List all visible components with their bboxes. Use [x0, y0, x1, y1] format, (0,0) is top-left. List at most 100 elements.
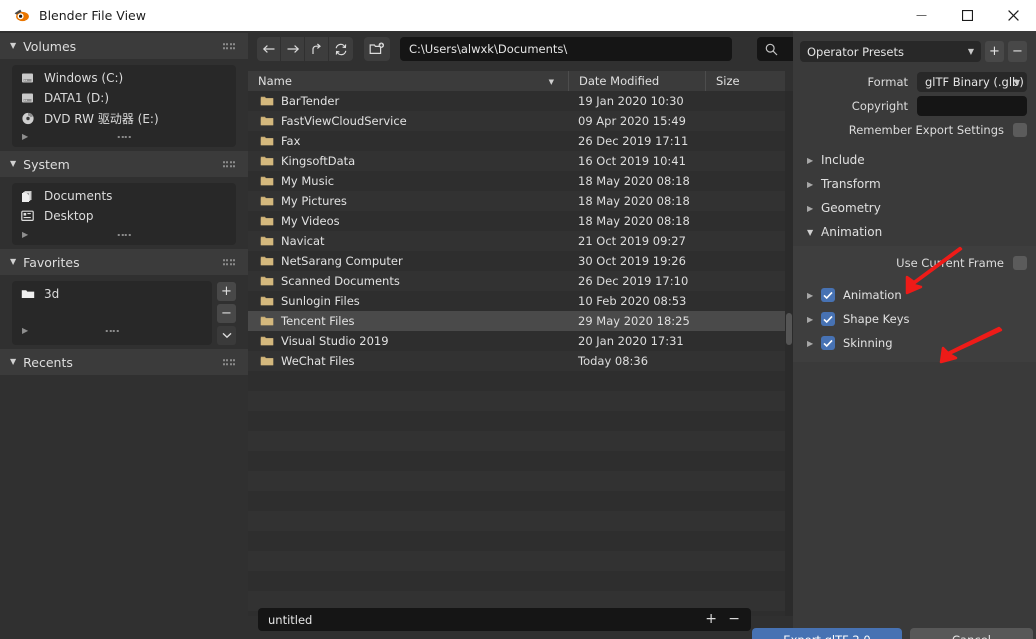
folder-icon: [260, 175, 274, 187]
file-row[interactable]: Sunlogin Files 10 Feb 2020 08:53: [248, 291, 785, 311]
chevron-right-icon[interactable]: ▶: [22, 326, 28, 335]
file-list-scrollbar[interactable]: [785, 91, 793, 616]
arrow-left-icon[interactable]: [257, 37, 281, 61]
maximize-button[interactable]: [944, 0, 990, 31]
decrement-filename-button[interactable]: −: [728, 611, 740, 628]
arrow-up-parent-icon[interactable]: [305, 37, 329, 61]
sidebar-item-dvd-rw-e[interactable]: DVD RW 驱动器 (E:): [12, 108, 236, 128]
file-row[interactable]: FastViewCloudService 09 Apr 2020 15:49: [248, 111, 785, 131]
copyright-label: Copyright: [851, 99, 908, 113]
filename-input[interactable]: untitled + −: [258, 608, 751, 631]
use-current-frame-checkbox[interactable]: [1013, 256, 1027, 270]
file-date-cell: Today 08:36: [578, 354, 649, 368]
scrollbar-thumb[interactable]: [786, 313, 792, 345]
animation-checkbox[interactable]: [821, 288, 835, 302]
remember-export-settings-checkbox[interactable]: [1013, 123, 1027, 137]
shape-keys-checkbox[interactable]: [821, 312, 835, 326]
file-row[interactable]: BarTender 19 Jan 2020 10:30: [248, 91, 785, 111]
path-input[interactable]: C:\Users\alwxk\Documents\: [400, 37, 732, 61]
resize-grip-icon[interactable]: [105, 329, 119, 332]
file-name-label: KingsoftData: [281, 154, 356, 168]
file-row[interactable]: KingsoftData 16 Oct 2019 10:41: [248, 151, 785, 171]
shape-keys-checkbox-row[interactable]: ▶ Shape Keys: [793, 307, 1036, 331]
sidebar-section-recents-header[interactable]: ▼ Recents: [0, 349, 248, 375]
sidebar-item-desktop[interactable]: Desktop: [12, 206, 236, 226]
file-row-empty: [248, 491, 785, 511]
remove-favorite-button[interactable]: −: [217, 304, 236, 323]
chevron-down-icon: ▼: [10, 357, 17, 366]
export-button[interactable]: Export glTF 2.0: [752, 628, 902, 639]
chevron-right-icon[interactable]: ▶: [22, 230, 28, 239]
file-name-label: Sunlogin Files: [281, 294, 360, 308]
sort-descending-icon[interactable]: ▼: [549, 78, 554, 86]
column-label: Date Modified: [579, 74, 660, 88]
file-row[interactable]: My Music 18 May 2020 08:18: [248, 171, 785, 191]
file-row[interactable]: My Pictures 18 May 2020 08:18: [248, 191, 785, 211]
cancel-button[interactable]: Cancel: [910, 628, 1033, 639]
sidebar-item-label: DATA1 (D:): [44, 91, 110, 105]
column-header-size[interactable]: Size: [705, 71, 785, 91]
section-animation[interactable]: ▼ Animation: [793, 220, 1036, 244]
folder-icon: [260, 215, 274, 227]
blender-logo-icon: [12, 7, 30, 25]
file-row[interactable]: Scanned Documents 26 Dec 2019 17:10: [248, 271, 785, 291]
resize-grip-icon[interactable]: [117, 233, 131, 236]
file-row[interactable]: Navicat 21 Oct 2019 09:27: [248, 231, 785, 251]
new-folder-icon[interactable]: [364, 37, 390, 61]
skinning-checkbox[interactable]: [821, 336, 835, 350]
sidebar-item-windows-c[interactable]: Windows (C:): [12, 68, 236, 88]
file-row[interactable]: NetSarang Computer 30 Oct 2019 19:26: [248, 251, 785, 271]
drag-grip-icon[interactable]: [222, 43, 235, 49]
file-name-label: BarTender: [281, 94, 340, 108]
close-button[interactable]: [990, 0, 1036, 31]
animation-checkbox-row[interactable]: ▶ Animation: [793, 283, 1036, 307]
column-header-date-modified[interactable]: Date Modified: [568, 71, 705, 91]
drag-grip-icon[interactable]: [222, 161, 235, 167]
minimize-button[interactable]: [898, 0, 944, 31]
file-date-cell: 21 Oct 2019 09:27: [578, 234, 686, 248]
file-name-cell: NetSarang Computer: [248, 254, 568, 268]
file-row[interactable]: Fax 26 Dec 2019 17:11: [248, 131, 785, 151]
resize-grip-icon[interactable]: [117, 135, 131, 138]
volumes-panel-footer: ▶: [12, 128, 236, 145]
file-date-cell: 30 Oct 2019 19:26: [578, 254, 686, 268]
sidebar-section-favorites-header[interactable]: ▼ Favorites: [0, 249, 248, 275]
refresh-icon[interactable]: [329, 37, 353, 61]
copyright-input[interactable]: [917, 96, 1027, 116]
chevron-down-icon: ▼: [10, 257, 17, 266]
sidebar-section-title: Recents: [23, 354, 73, 370]
format-dropdown[interactable]: glTF Binary (.glb) ▼: [917, 72, 1027, 92]
file-row[interactable]: WeChat Files Today 08:36: [248, 351, 785, 371]
chevron-down-icon: ▼: [10, 41, 17, 50]
section-geometry[interactable]: ▶ Geometry: [793, 196, 1036, 220]
column-header-name[interactable]: Name ▼: [248, 71, 568, 91]
file-row-empty: [248, 511, 785, 531]
folder-icon: [260, 155, 274, 167]
sidebar-section-volumes-header[interactable]: ▼ Volumes: [0, 33, 248, 59]
remember-export-settings-label: Remember Export Settings: [848, 123, 1004, 137]
sidebar-item-documents[interactable]: Documents: [12, 186, 236, 206]
chevron-right-icon: ▶: [807, 179, 814, 189]
drag-grip-icon[interactable]: [222, 359, 235, 365]
remove-preset-button[interactable]: −: [1008, 41, 1027, 62]
section-transform[interactable]: ▶ Transform: [793, 172, 1036, 196]
file-row[interactable]: My Videos 18 May 2020 08:18: [248, 211, 785, 231]
file-list[interactable]: BarTender 19 Jan 2020 10:30 FastViewCloudS…: [248, 91, 785, 616]
file-browser-toolbar: C:\Users\alwxk\Documents\: [248, 31, 793, 67]
section-include[interactable]: ▶ Include: [793, 148, 1036, 172]
operator-presets-dropdown[interactable]: Operator Presets ▼: [800, 41, 981, 62]
file-row[interactable]: Visual Studio 2019 20 Jan 2020 17:31: [248, 331, 785, 351]
sidebar-section-system-header[interactable]: ▼ System: [0, 151, 248, 177]
sidebar-item-data1-d[interactable]: DATA1 (D:): [12, 88, 236, 108]
chevron-down-icon[interactable]: [217, 326, 236, 345]
add-preset-button[interactable]: +: [985, 41, 1004, 62]
file-name-cell: Scanned Documents: [248, 274, 568, 288]
arrow-right-icon[interactable]: [281, 37, 305, 61]
add-favorite-button[interactable]: +: [217, 282, 236, 301]
chevron-right-icon[interactable]: ▶: [22, 132, 28, 141]
sidebar-item-3d[interactable]: 3d: [12, 284, 212, 304]
drag-grip-icon[interactable]: [222, 259, 235, 265]
file-row[interactable]: Tencent Files 29 May 2020 18:25: [248, 311, 785, 331]
skinning-checkbox-row[interactable]: ▶ Skinning: [793, 331, 1036, 355]
increment-filename-button[interactable]: +: [705, 611, 717, 628]
